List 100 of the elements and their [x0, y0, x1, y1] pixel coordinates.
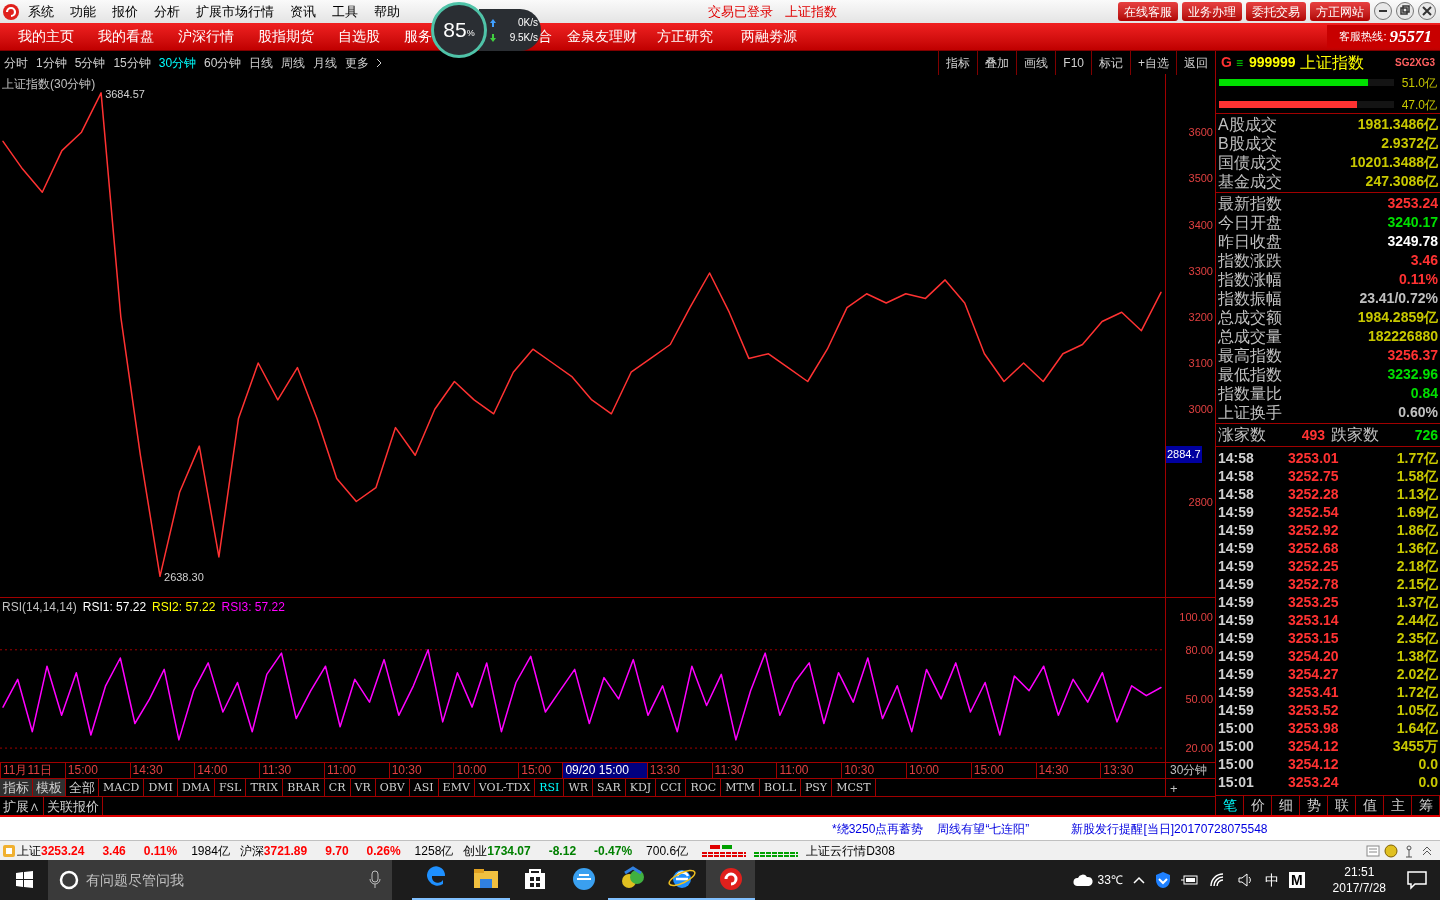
- chevron-up-icon[interactable]: [1132, 875, 1145, 885]
- header-button[interactable]: 委托交易: [1246, 2, 1306, 21]
- minimize-icon[interactable]: [1374, 2, 1393, 21]
- menu-item[interactable]: 报价: [104, 1, 146, 22]
- tool-button[interactable]: F10: [1055, 50, 1091, 75]
- indicator-tab[interactable]: SAR: [593, 779, 626, 796]
- axis-label: 3300: [1188, 263, 1213, 279]
- shield-icon[interactable]: [1154, 871, 1171, 889]
- tool-button[interactable]: 叠加: [977, 50, 1017, 75]
- nav-item[interactable]: 自选股: [338, 26, 404, 47]
- tick-time: 15:00: [1218, 718, 1255, 738]
- indicator-tab[interactable]: CCI: [656, 779, 687, 796]
- nav-item[interactable]: 沪深行情: [178, 26, 258, 47]
- stat-value: 247.3086亿: [1365, 172, 1438, 191]
- indicator-tab[interactable]: TRIX: [246, 779, 284, 796]
- indicator-tab[interactable]: ASI: [409, 779, 439, 796]
- tool-button[interactable]: 返回: [1176, 50, 1215, 75]
- indicator-tab[interactable]: FSL: [214, 779, 247, 796]
- tool-button[interactable]: 标记: [1091, 50, 1130, 75]
- indicator-tab[interactable]: 全部: [66, 779, 99, 796]
- legend-label: RSI2: 57.22: [152, 599, 216, 616]
- header-button[interactable]: 在线客服: [1118, 2, 1178, 21]
- news-link[interactable]: 周线有望“七连阳”: [937, 819, 1030, 838]
- microphone-icon[interactable]: [368, 870, 382, 890]
- nav-item[interactable]: 合: [538, 26, 552, 47]
- restore-icon[interactable]: [1396, 2, 1415, 21]
- indicator-tab[interactable]: 模板: [33, 779, 66, 796]
- nav-item[interactable]: 我的主页: [0, 26, 98, 47]
- nav-item[interactable]: 金泉友理财: [567, 26, 657, 47]
- close-icon[interactable]: [1418, 2, 1437, 21]
- stat-label: 指数振幅: [1218, 289, 1282, 308]
- news-link[interactable]: 新股发行提醒[当日]20170728075548: [1071, 819, 1268, 838]
- login-status: 交易已登录: [708, 2, 773, 21]
- indicator-tab[interactable]: ROC: [686, 779, 722, 796]
- nav-item[interactable]: 两融劵源: [741, 26, 831, 47]
- indicator-tab[interactable]: DMA: [177, 779, 215, 796]
- menu-item[interactable]: 分析: [146, 1, 188, 22]
- period-tab[interactable]: 日线: [245, 53, 278, 72]
- tick-time: 15:00: [1218, 754, 1255, 774]
- axis-label: 3600: [1188, 125, 1213, 141]
- stat-value: 3256.37: [1387, 346, 1438, 365]
- indicator-tab[interactable]: OBV: [375, 779, 410, 796]
- header-button[interactable]: 业务办理: [1182, 2, 1242, 21]
- news-link[interactable]: *绕3250点再蓄势: [832, 819, 924, 838]
- menu-item[interactable]: 功能: [62, 1, 104, 22]
- menu-item[interactable]: 工具: [324, 1, 366, 22]
- chevron-right-icon[interactable]: [375, 57, 384, 68]
- indicator-tab[interactable]: CR: [324, 779, 351, 796]
- period-tab[interactable]: 60分钟: [200, 53, 246, 72]
- header-button[interactable]: 方正网站: [1310, 2, 1370, 21]
- indicator-tab[interactable]: KDJ: [625, 779, 657, 796]
- nav-item[interactable]: 方正研究: [657, 26, 741, 47]
- menu-item[interactable]: 扩展市场行情: [188, 1, 282, 22]
- menu-icon[interactable]: ≡: [1235, 53, 1243, 72]
- tick-time: 14:59: [1218, 556, 1255, 576]
- nav-item[interactable]: 服务: [404, 26, 430, 47]
- tool-button[interactable]: +自选: [1130, 50, 1176, 75]
- nav-item[interactable]: 股指期货: [258, 26, 338, 47]
- indicator-tab[interactable]: VOL-TDX: [474, 779, 536, 796]
- menu-item[interactable]: 系统: [20, 1, 62, 22]
- indicator-tab[interactable]: 指标: [0, 779, 33, 796]
- period-label: 30分钟: [1165, 763, 1215, 778]
- menu-item[interactable]: 资讯: [282, 1, 324, 22]
- battery-icon[interactable]: [1180, 874, 1199, 886]
- indicator-tab[interactable]: VR: [350, 779, 376, 796]
- period-tab[interactable]: 1分钟: [32, 53, 71, 72]
- flow-value: 47.0亿: [1400, 96, 1437, 114]
- period-tab[interactable]: 更多: [341, 53, 374, 72]
- time-label: 14:30: [129, 763, 195, 778]
- indicator-tab[interactable]: PSY: [800, 779, 833, 796]
- period-tab[interactable]: 周线: [277, 53, 310, 72]
- indicator-tab[interactable]: MTM: [721, 779, 760, 796]
- indicator-tab[interactable]: BOLL: [760, 779, 801, 796]
- period-tab[interactable]: 月线: [309, 53, 342, 72]
- indicator-tab[interactable]: MCST: [832, 779, 876, 796]
- indicator-tab[interactable]: BRAR: [283, 779, 325, 796]
- clock[interactable]: 21:51 2017/7/28: [1332, 864, 1386, 896]
- indicator-tab[interactable]: DMI: [144, 779, 178, 796]
- tick-price: 3252.92: [1288, 520, 1340, 540]
- indicator-tab[interactable]: WR: [564, 779, 593, 796]
- taskbar-app[interactable]: [706, 860, 755, 900]
- price-annotation: 2638.30: [164, 570, 204, 586]
- indicator-tab[interactable]: MACD: [99, 779, 145, 796]
- ime-mode[interactable]: M: [1288, 872, 1305, 888]
- nav-item[interactable]: 我的看盘: [98, 26, 178, 47]
- indicator-tab[interactable]: EMV: [438, 779, 475, 796]
- tool-button[interactable]: 画线: [1016, 50, 1056, 75]
- tick-time: 14:59: [1218, 646, 1255, 666]
- period-tab[interactable]: 30分钟: [154, 53, 201, 72]
- tool-button[interactable]: 指标: [938, 50, 978, 75]
- tick-time: 14:58: [1218, 448, 1255, 468]
- indicator-tab[interactable]: RSI: [535, 779, 565, 796]
- period-tab[interactable]: 15分钟: [109, 53, 155, 72]
- search-field[interactable]: 有问题尽管问我: [48, 860, 392, 900]
- coin-icon[interactable]: [1384, 843, 1398, 858]
- menu-item[interactable]: 帮助: [366, 1, 408, 22]
- notification-icon[interactable]: [1406, 870, 1428, 890]
- period-tab[interactable]: 5分钟: [70, 53, 110, 72]
- ime-indicator[interactable]: 中: [1264, 869, 1279, 891]
- period-tab[interactable]: 分时: [0, 53, 32, 72]
